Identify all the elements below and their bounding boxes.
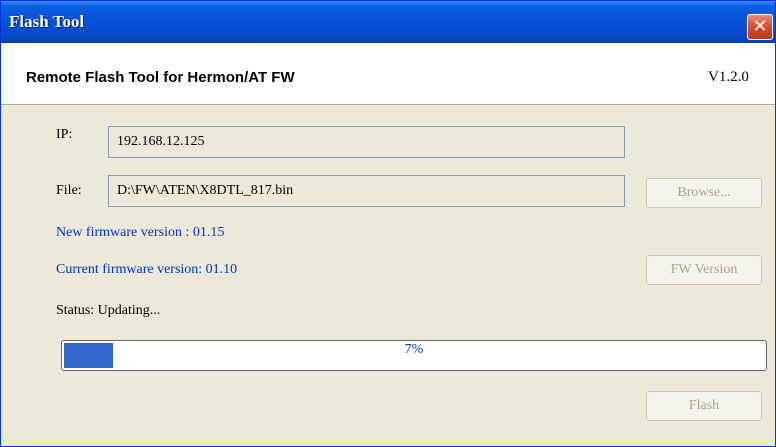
app-title: Remote Flash Tool for Hermon/AT FW	[26, 69, 295, 86]
flash-button[interactable]: Flash	[646, 391, 762, 421]
header-banner: Remote Flash Tool for Hermon/AT FW V1.2.…	[1, 43, 775, 105]
progress-bar: 7%	[61, 340, 767, 371]
new-firmware-version: New firmware version : 01.15	[56, 225, 225, 240]
close-icon[interactable]: ✕	[747, 14, 773, 40]
current-firmware-version: Current firmware version: 01.10	[56, 262, 238, 277]
browse-button[interactable]: Browse...	[646, 178, 762, 208]
file-label: File:	[56, 183, 82, 198]
file-field[interactable]: D:\FW\ATEN\X8DTL_817.bin	[108, 175, 625, 207]
version-label: V1.2.0	[708, 69, 749, 85]
progress-percent: 7%	[404, 342, 424, 357]
title-bar[interactable]: Flash Tool ✕	[1, 1, 775, 43]
window-title: Flash Tool	[9, 12, 85, 31]
flash-tool-window: Flash Tool ✕ Remote Flash Tool for Hermo…	[0, 0, 776, 447]
status-text: Status: Updating...	[56, 303, 161, 318]
fw-version-button[interactable]: FW Version	[646, 255, 762, 285]
ip-field[interactable]: 192.168.12.125	[108, 126, 625, 158]
ip-label: IP:	[56, 127, 73, 142]
